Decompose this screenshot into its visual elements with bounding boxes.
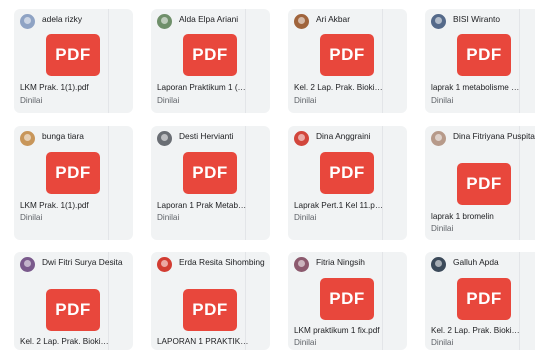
- student-name: Dwi Fitri Surya Desita: [42, 257, 123, 267]
- student-name: Ari Akbar: [316, 14, 350, 24]
- avatar-icon: [157, 257, 172, 272]
- student-name: Dina Fitriyana Puspita: [453, 131, 535, 141]
- student-name: adela rizky: [42, 14, 83, 24]
- submission-card[interactable]: Fitria Ningsih PDF LKM praktikum 1 fix.p…: [288, 252, 407, 350]
- submission-card[interactable]: bunga tiara PDF LKM Prak. 1(1).pdf Dinil…: [14, 126, 133, 240]
- student-name: Dina Anggraini: [316, 131, 371, 141]
- file-name[interactable]: LKM praktikum 1 fix.pdf: [294, 325, 401, 336]
- grade-status: Dinilai: [294, 96, 317, 105]
- file-name[interactable]: laprak 1 metabolisme …: [431, 82, 535, 93]
- student-name: BISI Wiranto: [453, 14, 501, 24]
- submission-card[interactable]: Desti Hervianti PDF Laporan 1 Prak Metab…: [151, 126, 270, 240]
- student-name: Desti Hervianti: [179, 131, 234, 141]
- pdf-file-icon: PDF: [46, 152, 100, 194]
- submission-card[interactable]: Galluh Apda PDF Kel. 2 Lap. Prak. Bioki……: [425, 252, 535, 350]
- file-name[interactable]: Laporan Praktikum 1 (…: [157, 82, 264, 93]
- avatar-icon: [20, 131, 35, 146]
- file-name[interactable]: Kel. 2 Lap. Prak. Bioki…: [431, 325, 535, 336]
- avatar-icon: [431, 257, 446, 272]
- avatar-icon: [294, 257, 309, 272]
- pdf-file-icon: PDF: [320, 34, 374, 76]
- submission-card[interactable]: Erda Resita Sihombing PDF LAPORAN 1 PRAK…: [151, 252, 270, 350]
- pdf-file-icon: PDF: [183, 152, 237, 194]
- submission-card[interactable]: adela rizky PDF LKM Prak. 1(1).pdf Dinil…: [14, 9, 133, 113]
- student-name: Galluh Apda: [453, 257, 499, 267]
- file-name[interactable]: Laprak Pert.1 Kel 11.p…: [294, 200, 401, 211]
- file-name[interactable]: Laporan 1 Prak Metab…: [157, 200, 264, 211]
- avatar-icon: [20, 14, 35, 29]
- grade-status: Dinilai: [431, 224, 454, 233]
- pdf-file-icon: PDF: [46, 34, 100, 76]
- grade-status: Dinilai: [294, 338, 317, 347]
- avatar-icon: [294, 131, 309, 146]
- file-name[interactable]: LKM Prak. 1(1).pdf: [20, 200, 127, 211]
- file-name[interactable]: LKM Prak. 1(1).pdf: [20, 82, 127, 93]
- avatar-icon: [294, 14, 309, 29]
- avatar-icon: [157, 14, 172, 29]
- submission-card[interactable]: Ari Akbar PDF Kel. 2 Lap. Prak. Bioki… D…: [288, 9, 407, 113]
- pdf-file-icon: PDF: [457, 278, 511, 320]
- grade-status: Dinilai: [20, 96, 43, 105]
- grade-status: Dinilai: [157, 213, 180, 222]
- avatar-icon: [431, 131, 446, 146]
- submission-card[interactable]: Dina Anggraini PDF Laprak Pert.1 Kel 11.…: [288, 126, 407, 240]
- submission-card[interactable]: Alda Elpa Ariani PDF Laporan Praktikum 1…: [151, 9, 270, 113]
- file-name[interactable]: LAPORAN 1 PRAKTIK…: [157, 336, 264, 347]
- file-name[interactable]: Kel. 2 Lap. Prak. Bioki…: [20, 336, 127, 347]
- grade-status: Dinilai: [431, 96, 454, 105]
- file-name[interactable]: Kel. 2 Lap. Prak. Bioki…: [294, 82, 401, 93]
- submission-card[interactable]: BISI Wiranto PDF laprak 1 metabolisme … …: [425, 9, 535, 113]
- pdf-file-icon: PDF: [457, 34, 511, 76]
- pdf-file-icon: PDF: [320, 152, 374, 194]
- avatar-icon: [157, 131, 172, 146]
- student-name: bunga tiara: [42, 131, 84, 141]
- pdf-file-icon: PDF: [457, 163, 511, 205]
- grade-status: Dinilai: [157, 96, 180, 105]
- student-name: Fitria Ningsih: [316, 257, 365, 267]
- pdf-file-icon: PDF: [183, 289, 237, 331]
- grade-status: Dinilai: [20, 213, 43, 222]
- pdf-file-icon: PDF: [46, 289, 100, 331]
- student-name: Erda Resita Sihombing: [179, 257, 265, 267]
- submission-card[interactable]: Dina Fitriyana Puspita PDF laprak 1 brom…: [425, 126, 535, 240]
- pdf-file-icon: PDF: [320, 278, 374, 320]
- file-name[interactable]: laprak 1 bromelin: [431, 211, 535, 222]
- avatar-icon: [20, 257, 35, 272]
- grade-status: Dinilai: [294, 213, 317, 222]
- pdf-file-icon: PDF: [183, 34, 237, 76]
- avatar-icon: [431, 14, 446, 29]
- submission-card[interactable]: Dwi Fitri Surya Desita PDF Kel. 2 Lap. P…: [14, 252, 133, 350]
- student-name: Alda Elpa Ariani: [179, 14, 239, 24]
- submissions-grid: adela rizky PDF LKM Prak. 1(1).pdf Dinil…: [0, 0, 535, 350]
- grade-status: Dinilai: [431, 338, 454, 347]
